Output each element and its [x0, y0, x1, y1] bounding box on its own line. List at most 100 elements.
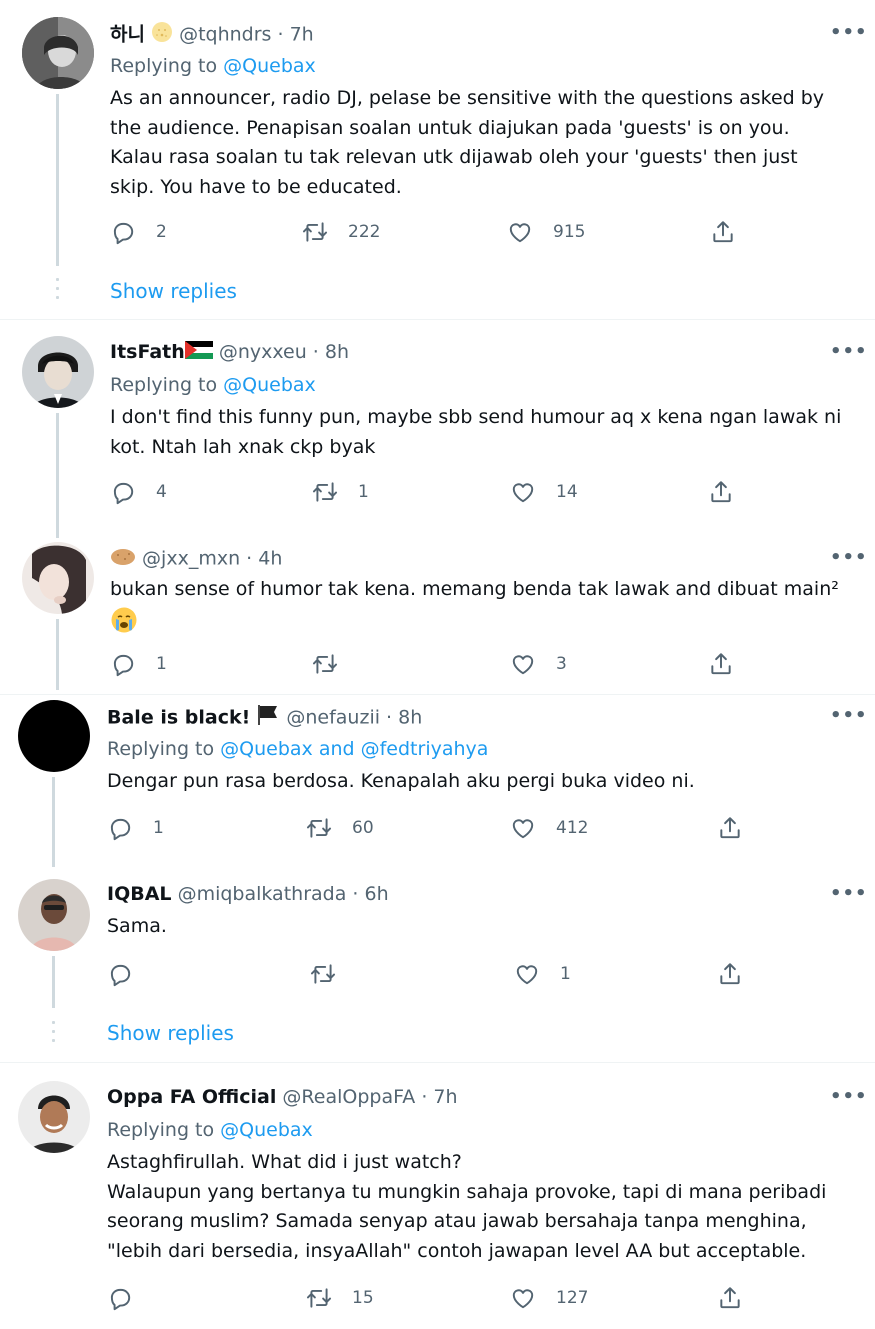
replying-to: Replying to @Quebax — [110, 373, 316, 397]
avatar-photo — [18, 879, 90, 951]
share-button[interactable] — [708, 479, 734, 505]
retweet-icon — [310, 961, 336, 987]
like-icon — [510, 815, 536, 841]
retweet-count: 60 — [352, 818, 374, 838]
action-bar: 1 3 — [110, 651, 750, 681]
replying-to-label: Replying to — [110, 55, 224, 77]
avatar[interactable] — [22, 336, 94, 408]
retweet-button[interactable]: 15 — [306, 1285, 374, 1311]
show-replies-link[interactable]: Show replies — [107, 1021, 234, 1045]
handle[interactable]: @tqhndrs — [179, 24, 271, 46]
handle[interactable]: @jxx_mxn — [142, 548, 240, 570]
tweet-4[interactable]: Bale is black! @nefauzii · 8h ••• Replyi… — [0, 695, 875, 867]
more-icon[interactable]: ••• — [830, 705, 868, 726]
thread-line — [52, 777, 55, 867]
avatar-photo — [22, 336, 94, 408]
reply-icon — [110, 479, 136, 505]
handle[interactable]: @RealOppaFA — [282, 1086, 415, 1108]
share-button[interactable] — [717, 1285, 743, 1311]
display-name[interactable]: ItsFath — [110, 341, 185, 363]
like-button[interactable]: 127 — [510, 1285, 588, 1311]
retweet-icon — [312, 479, 338, 505]
avatar-photo — [22, 542, 94, 614]
replying-to-link[interactable]: @Quebax and @fedtriyahya — [220, 738, 488, 760]
retweet-button[interactable]: 60 — [306, 815, 374, 841]
tweet-3[interactable]: @jxx_mxn · 4h ••• bukan sense of humor t… — [0, 520, 875, 690]
display-name[interactable]: IQBAL — [107, 883, 172, 905]
share-button[interactable] — [717, 961, 743, 987]
show-replies-link[interactable]: Show replies — [110, 279, 237, 303]
tweet-header: Oppa FA Official @RealOppaFA · 7h — [107, 1085, 458, 1109]
share-button[interactable] — [717, 815, 743, 841]
tweet-1[interactable]: 하니 @tqhndrs · 7h ••• Replying to @Quebax… — [0, 0, 875, 320]
like-button[interactable]: 3 — [510, 651, 567, 677]
display-name[interactable]: 하니 — [110, 24, 145, 46]
timestamp[interactable]: · 8h — [386, 707, 422, 729]
handle[interactable]: @nefauzii — [286, 707, 380, 729]
reply-button[interactable]: 4 — [110, 479, 167, 505]
replying-to-label: Replying to — [110, 374, 224, 396]
replying-to-link[interactable]: @Quebax — [223, 55, 316, 77]
potato-icon — [110, 546, 136, 572]
tweet-5[interactable]: IQBAL @miqbalkathrada · 6h ••• Sama. 1 S… — [0, 870, 875, 1062]
like-count: 127 — [556, 1288, 589, 1308]
tweet-header: 하니 @tqhndrs · 7h — [110, 21, 314, 49]
more-icon[interactable]: ••• — [830, 341, 868, 362]
display-name[interactable]: Bale is black! — [107, 707, 250, 729]
avatar-photo — [18, 1081, 90, 1153]
avatar[interactable] — [18, 1081, 90, 1153]
retweet-icon — [302, 219, 328, 245]
timestamp[interactable]: · 7h — [277, 24, 313, 46]
tweet-6[interactable]: Oppa FA Official @RealOppaFA · 7h ••• Re… — [0, 1063, 875, 1329]
thread-line — [56, 520, 59, 530]
share-icon — [708, 479, 734, 505]
thread-line — [56, 619, 59, 690]
tweet-text: Sama. — [107, 915, 167, 937]
handle[interactable]: @nyxxeu — [219, 341, 307, 363]
avatar[interactable] — [22, 542, 94, 614]
tweet-2[interactable]: ItsFath @nyxxeu · 8h ••• Replying to @Qu… — [0, 320, 875, 538]
retweet-button[interactable] — [310, 961, 336, 987]
retweet-button[interactable]: 222 — [302, 219, 380, 245]
timestamp[interactable]: · 6h — [352, 883, 388, 905]
replying-to-link[interactable]: @Quebax — [223, 374, 316, 396]
share-button[interactable] — [708, 651, 734, 677]
avatar[interactable] — [18, 700, 90, 772]
tweet-text: bukan sense of humor tak kena. memang be… — [110, 578, 839, 600]
avatar[interactable] — [18, 879, 90, 951]
like-icon — [514, 961, 540, 987]
like-button[interactable]: 915 — [507, 219, 585, 245]
display-name[interactable]: Oppa FA Official — [107, 1086, 276, 1108]
timestamp[interactable]: · 8h — [313, 341, 349, 363]
reply-button[interactable]: 1 — [107, 815, 164, 841]
timestamp[interactable]: · 7h — [421, 1086, 457, 1108]
tweet-text: Astaghfirullah. What did i just watch? W… — [107, 1151, 827, 1262]
reply-button[interactable] — [107, 1285, 133, 1311]
handle[interactable]: @miqbalkathrada — [178, 883, 347, 905]
more-icon[interactable]: ••• — [830, 1086, 868, 1107]
share-icon — [717, 815, 743, 841]
like-button[interactable]: 412 — [510, 815, 588, 841]
retweet-button[interactable]: 1 — [312, 479, 369, 505]
replying-to-link[interactable]: @Quebax — [220, 1119, 313, 1141]
retweet-count: 1 — [358, 482, 369, 502]
avatar[interactable] — [22, 17, 94, 89]
replying-to-label: Replying to — [107, 738, 221, 760]
like-button[interactable]: 1 — [514, 961, 571, 987]
retweet-icon — [312, 651, 338, 677]
reply-button[interactable]: 2 — [110, 219, 167, 245]
tweet-header: Bale is black! @nefauzii · 8h — [107, 704, 422, 732]
more-icon[interactable]: ••• — [830, 22, 868, 43]
timestamp[interactable]: · 4h — [246, 548, 282, 570]
more-icon[interactable]: ••• — [830, 883, 868, 904]
like-button[interactable]: 14 — [510, 479, 578, 505]
reply-count: 1 — [156, 654, 167, 674]
more-icon[interactable]: ••• — [830, 547, 868, 568]
reply-button[interactable] — [107, 961, 133, 987]
sun-face-icon — [151, 21, 173, 49]
share-button[interactable] — [710, 219, 736, 245]
reply-button[interactable]: 1 — [110, 651, 167, 677]
tweet-header: ItsFath @nyxxeu · 8h — [110, 340, 349, 365]
retweet-button[interactable] — [312, 651, 358, 677]
replying-to: Replying to @Quebax — [107, 1118, 313, 1142]
